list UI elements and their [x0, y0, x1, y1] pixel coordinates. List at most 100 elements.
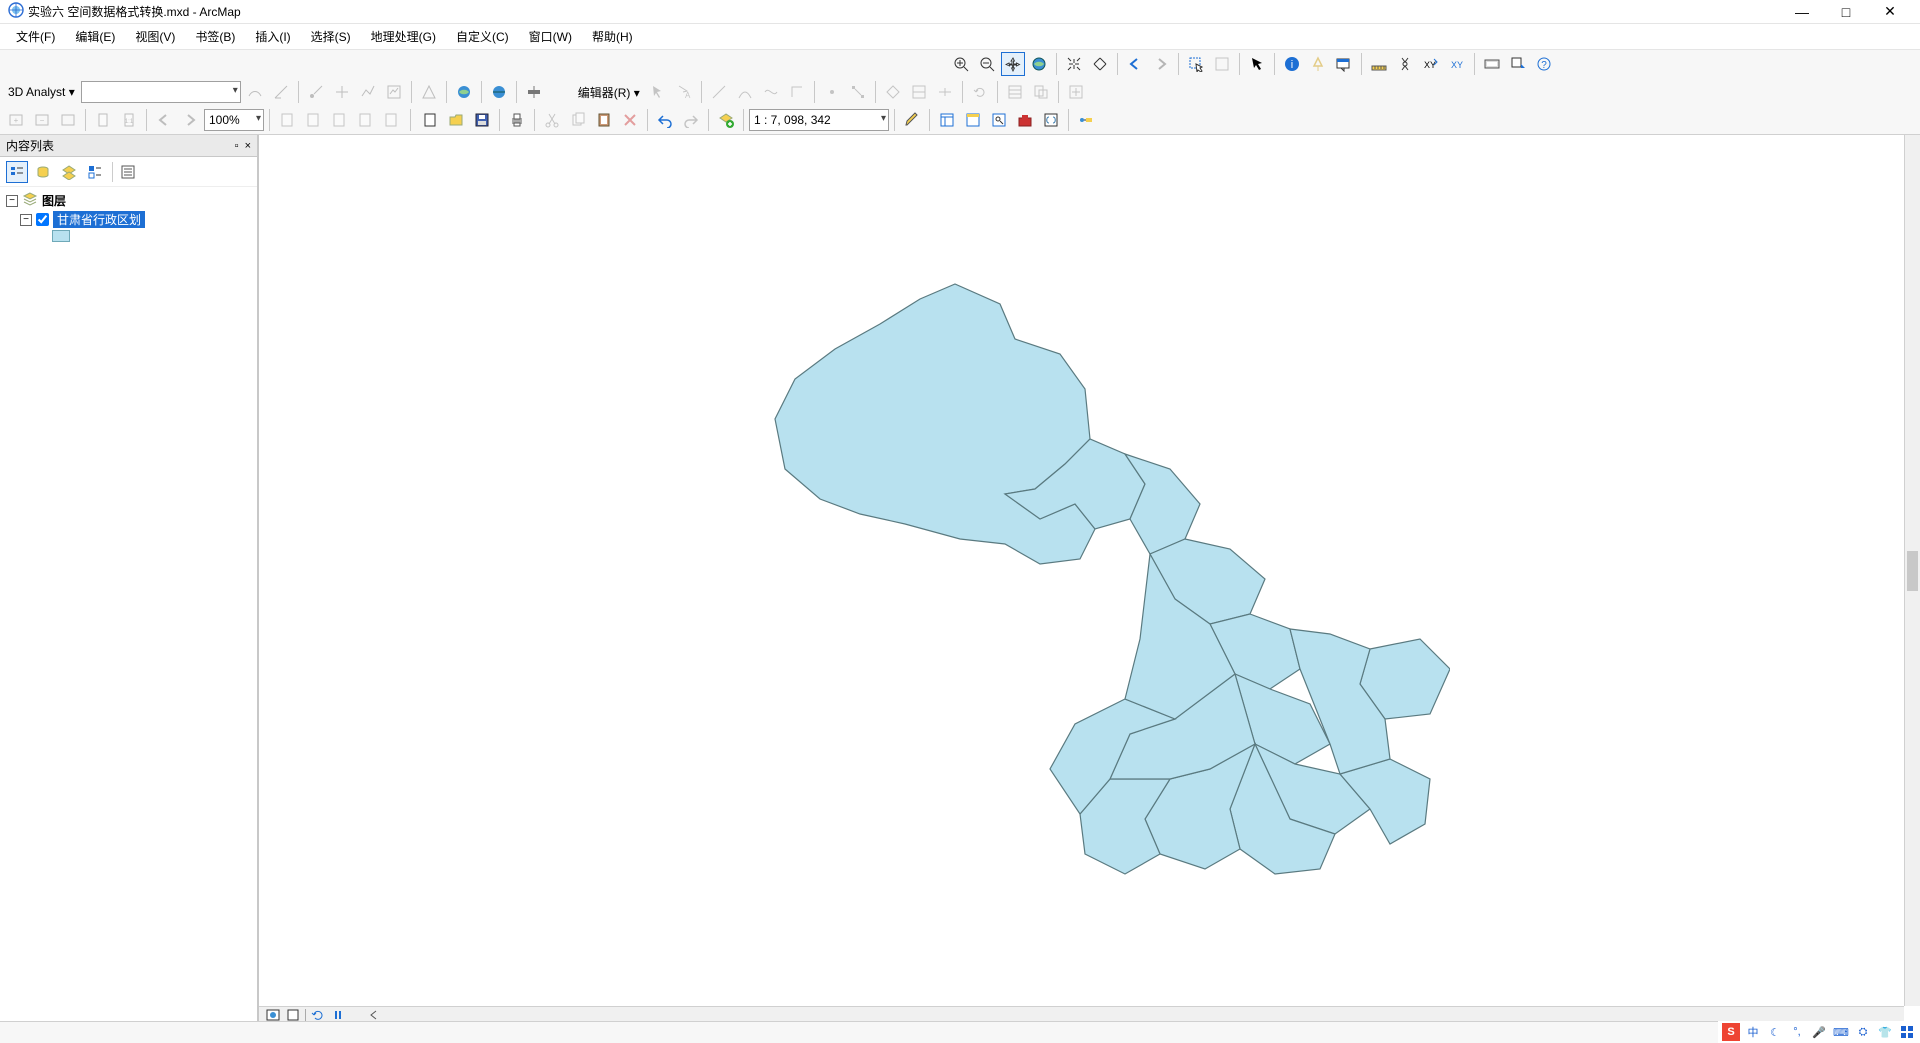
analyst-options-icon[interactable] [522, 80, 546, 104]
create-viewer-icon[interactable] [1506, 52, 1530, 76]
ime-lang-icon[interactable]: 中 [1744, 1023, 1762, 1041]
menu-bookmarks[interactable]: 书签(B) [187, 26, 243, 47]
save-icon[interactable] [470, 108, 494, 132]
toc-window-icon[interactable] [935, 108, 959, 132]
analyst-scene-icon[interactable] [487, 80, 511, 104]
ime-grid-icon[interactable] [1898, 1023, 1916, 1041]
ime-mic-icon[interactable]: 🎤 [1810, 1023, 1828, 1041]
menu-insert[interactable]: 插入(I) [247, 26, 298, 47]
edit-annotation-icon[interactable]: A [672, 80, 696, 104]
zoom-in-icon[interactable] [949, 52, 973, 76]
split-icon[interactable] [933, 80, 957, 104]
hyperlink-icon[interactable] [1306, 52, 1330, 76]
layout-view-icon[interactable] [285, 1008, 301, 1022]
pin-icon[interactable]: ▫ [235, 140, 239, 152]
clear-selection-icon[interactable] [1210, 52, 1234, 76]
html-popup-icon[interactable] [1332, 52, 1356, 76]
search-window-icon[interactable] [987, 108, 1011, 132]
layer-label[interactable]: 甘肃省行政区划 [53, 211, 145, 228]
full-extent-icon[interactable] [1027, 52, 1051, 76]
ime-gear-icon[interactable]: ⛭ [1854, 1023, 1872, 1041]
open-icon[interactable] [444, 108, 468, 132]
cut-polygons-icon[interactable] [907, 80, 931, 104]
layout-zoom-combo[interactable]: 100% [204, 109, 264, 131]
zoom-whole-page-icon[interactable] [91, 108, 115, 132]
rotate-icon[interactable] [968, 80, 992, 104]
line-of-sight-icon[interactable] [304, 80, 328, 104]
list-by-source-icon[interactable] [32, 161, 54, 183]
catalog-window-icon[interactable] [961, 108, 985, 132]
analyst-globe-icon[interactable] [452, 80, 476, 104]
dd-prev-icon[interactable] [301, 108, 325, 132]
layout-zoom-in-icon[interactable]: + [4, 108, 28, 132]
layout-next-icon[interactable] [178, 108, 202, 132]
straight-segment-icon[interactable] [707, 80, 731, 104]
right-angle-icon[interactable] [785, 80, 809, 104]
cut-icon[interactable] [540, 108, 564, 132]
pause-drawing-icon[interactable] [330, 1008, 346, 1022]
create-features-icon[interactable] [1064, 80, 1088, 104]
time-slider-icon[interactable] [1480, 52, 1504, 76]
attributes-icon[interactable] [1003, 80, 1027, 104]
fixed-zoom-in-icon[interactable] [1062, 52, 1086, 76]
editor-label[interactable]: 编辑器(R) ▾ [574, 84, 644, 101]
ime-skin-icon[interactable]: 👕 [1876, 1023, 1894, 1041]
data-view-icon[interactable] [265, 1008, 281, 1022]
ime-keyboard-icon[interactable]: ⌨ [1832, 1023, 1850, 1041]
identify-icon[interactable]: i [1280, 52, 1304, 76]
ime-sogou-icon[interactable]: S [1722, 1023, 1740, 1041]
copy-icon[interactable] [566, 108, 590, 132]
prev-extent-icon[interactable] [1123, 52, 1147, 76]
dd-last-icon[interactable] [353, 108, 377, 132]
map-view[interactable] [258, 135, 1920, 1022]
steepest-icon[interactable] [269, 80, 293, 104]
new-doc-icon[interactable] [418, 108, 442, 132]
add-data-icon[interactable] [714, 108, 738, 132]
menu-windows[interactable]: 窗口(W) [521, 26, 580, 47]
zoom-100-icon[interactable]: 1:1 [117, 108, 141, 132]
toc-options-icon[interactable] [117, 161, 139, 183]
undo-icon[interactable] [653, 108, 677, 132]
hscroll-left-icon[interactable] [366, 1008, 382, 1022]
close-button[interactable]: ✕ [1868, 0, 1912, 24]
layout-zoom-out-icon[interactable]: − [30, 108, 54, 132]
interpolate-line-icon[interactable] [356, 80, 380, 104]
select-features-icon[interactable] [1184, 52, 1208, 76]
vertical-scrollbar[interactable] [1904, 135, 1920, 1006]
refresh-icon[interactable] [310, 1008, 326, 1022]
pan-icon[interactable] [1001, 52, 1025, 76]
print-icon[interactable] [505, 108, 529, 132]
select-elements-icon[interactable] [1245, 52, 1269, 76]
tin-edit-icon[interactable] [417, 80, 441, 104]
menu-edit[interactable]: 编辑(E) [67, 26, 123, 47]
delete-icon[interactable] [618, 108, 642, 132]
find-route-icon[interactable]: XY [1419, 52, 1443, 76]
analyst-layer-combo[interactable] [81, 81, 241, 103]
layout-pan-icon[interactable] [56, 108, 80, 132]
trace-icon[interactable] [759, 80, 783, 104]
dd-first-icon[interactable] [275, 108, 299, 132]
ime-moon-icon[interactable]: ☾ [1766, 1023, 1784, 1041]
scale-combo[interactable]: 1 : 7, 098, 342 [749, 109, 889, 131]
fixed-zoom-out-icon[interactable] [1088, 52, 1112, 76]
maximize-button[interactable]: □ [1824, 0, 1868, 24]
python-window-icon[interactable] [1039, 108, 1063, 132]
reshape-icon[interactable] [881, 80, 905, 104]
tree-root-row[interactable]: − 图层 [4, 191, 253, 210]
tree-layer-row[interactable]: − 甘肃省行政区划 [4, 210, 253, 229]
layout-prev-icon[interactable] [152, 108, 176, 132]
goto-xy-icon[interactable]: XY [1445, 52, 1469, 76]
menu-selection[interactable]: 选择(S) [303, 26, 359, 47]
find-icon[interactable] [1393, 52, 1417, 76]
list-by-visibility-icon[interactable] [58, 161, 80, 183]
minimize-button[interactable]: — [1780, 0, 1824, 24]
arctoolbox-icon[interactable] [1013, 108, 1037, 132]
dd-page-text-icon[interactable] [379, 108, 403, 132]
close-toc-icon[interactable]: × [245, 140, 251, 152]
analyst-label[interactable]: 3D Analyst ▾ [4, 85, 79, 99]
editor-toolbar-icon[interactable] [900, 108, 924, 132]
model-builder-icon[interactable] [1074, 108, 1098, 132]
menu-help[interactable]: 帮助(H) [584, 26, 641, 47]
list-by-drawing-order-icon[interactable] [6, 161, 28, 183]
collapse-icon[interactable]: − [6, 195, 18, 207]
